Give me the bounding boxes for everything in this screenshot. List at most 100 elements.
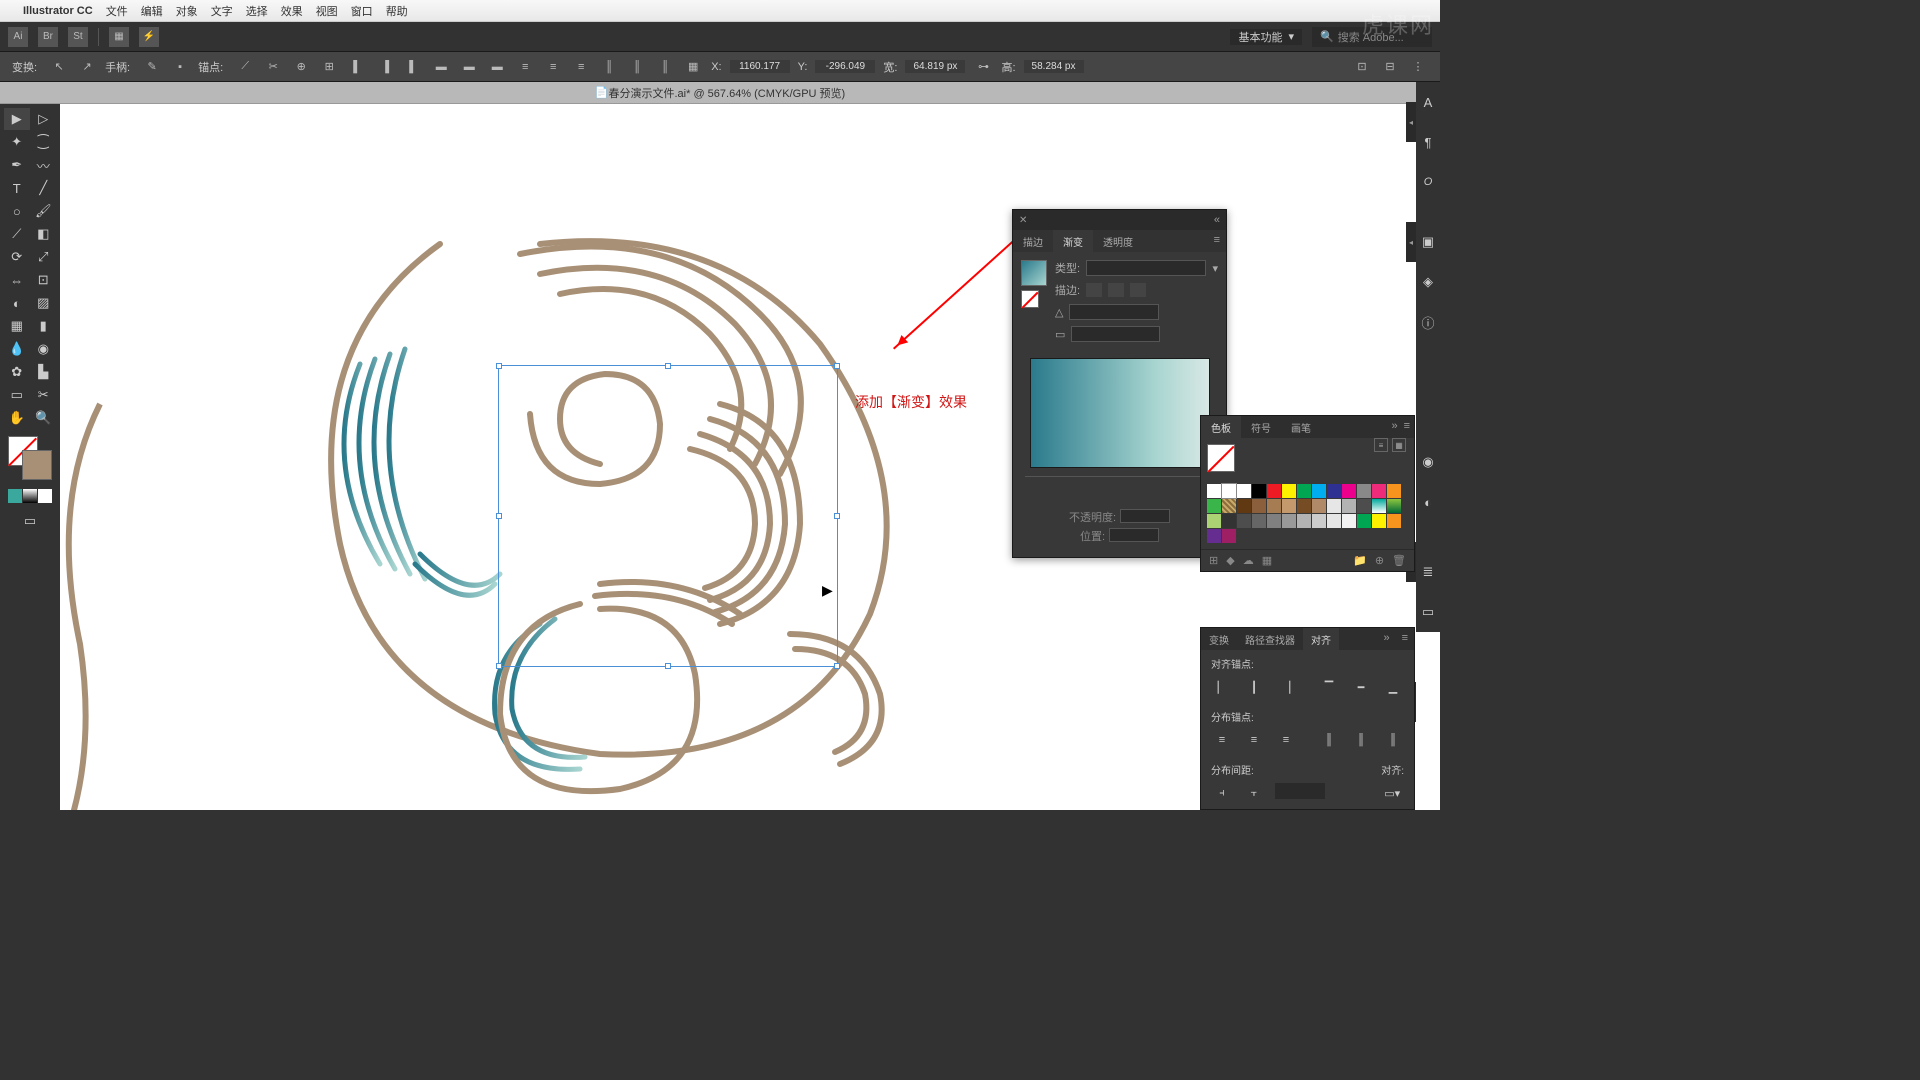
tab-swatches[interactable]: 色板 — [1201, 416, 1241, 438]
actions-panel-icon[interactable]: ▣ — [1418, 232, 1438, 252]
swatch-item[interactable] — [1222, 529, 1236, 543]
close-icon[interactable]: ✕ — [1019, 215, 1027, 226]
shapebuilder-tool[interactable]: ◐ — [4, 292, 30, 314]
panel-expand-icon[interactable]: » — [1391, 420, 1397, 434]
swatch-item[interactable] — [1282, 484, 1296, 498]
dist-vcenter-icon[interactable]: ≡ — [1243, 730, 1265, 750]
swatch-item[interactable] — [1267, 499, 1281, 513]
swatch-item[interactable] — [1252, 484, 1266, 498]
dist-hcenter-icon[interactable]: ║ — [1350, 730, 1372, 750]
more-icon[interactable]: ⋮ — [1408, 57, 1428, 77]
swatch-item[interactable] — [1342, 514, 1356, 528]
aspect-field[interactable] — [1071, 326, 1160, 342]
anchor-convert-icon[interactable]: ⟋ — [235, 57, 255, 77]
dist-space-h-icon[interactable]: ⫟ — [1243, 783, 1265, 803]
grid-icon[interactable]: ⊞ — [319, 57, 339, 77]
swatch-item[interactable] — [1342, 484, 1356, 498]
menu-edit[interactable]: 编辑 — [141, 3, 163, 19]
appearance-panel-icon[interactable]: ◉ — [1418, 452, 1438, 472]
align-right-icon[interactable]: ▕ — [1275, 677, 1297, 697]
panel-collapse-icon[interactable]: « — [1214, 214, 1220, 226]
links-panel-icon[interactable]: ◈ — [1418, 272, 1438, 292]
symbol-tool[interactable]: ✿ — [4, 361, 30, 383]
tab-pathfinder[interactable]: 路径查找器 — [1237, 628, 1303, 650]
layers-panel-icon[interactable]: ≣ — [1418, 562, 1438, 582]
swatch-item[interactable] — [1387, 514, 1401, 528]
al6-icon[interactable]: ▬ — [487, 57, 507, 77]
dist-bottom-icon[interactable]: ≡ — [1275, 730, 1297, 750]
flip-h-icon[interactable]: ↖ — [49, 57, 69, 77]
mesh-tool[interactable]: ▦ — [4, 315, 30, 337]
stroke-mode1-icon[interactable] — [1086, 283, 1102, 297]
menu-type[interactable]: 文字 — [211, 3, 233, 19]
color-mode-gradient[interactable] — [23, 489, 37, 503]
swatch-item[interactable] — [1312, 499, 1326, 513]
swatch-item[interactable] — [1252, 514, 1266, 528]
fill-stroke-control[interactable] — [8, 436, 52, 480]
grid-view-icon[interactable]: ▦ — [1392, 438, 1406, 452]
al1-icon[interactable]: ▌ — [347, 57, 367, 77]
brush-tool[interactable]: 🖌 — [31, 200, 57, 222]
swatch-item[interactable] — [1312, 514, 1326, 528]
swatch-none[interactable] — [1207, 484, 1221, 498]
panel-menu-icon[interactable]: ≡ — [1208, 230, 1226, 252]
shape-mode-icon[interactable]: ⊡ — [1352, 57, 1372, 77]
al8-icon[interactable]: ≡ — [543, 57, 563, 77]
al7-icon[interactable]: ≡ — [515, 57, 535, 77]
stroke-mode2-icon[interactable] — [1108, 283, 1124, 297]
menu-select[interactable]: 选择 — [246, 3, 268, 19]
pen-tool[interactable]: ✒ — [4, 154, 30, 176]
swatch-item[interactable] — [1327, 484, 1341, 498]
document-tab[interactable]: 📄 春分演示文件.ai* @ 567.64% (CMYK/GPU 预览) — [0, 82, 1440, 104]
swatch-item[interactable] — [1297, 499, 1311, 513]
ref-icon[interactable]: ▦ — [683, 57, 703, 77]
x-value[interactable]: 1160.177 — [730, 60, 790, 73]
swatch-item[interactable] — [1297, 514, 1311, 528]
color-mode-solid[interactable] — [8, 489, 22, 503]
app-name[interactable]: Illustrator CC — [23, 5, 93, 17]
al3-icon[interactable]: ▌ — [403, 57, 423, 77]
tab-align[interactable]: 对齐 — [1303, 628, 1339, 650]
swatch-item[interactable] — [1237, 484, 1251, 498]
gradient-preview[interactable] — [1030, 358, 1210, 468]
swatch-item[interactable] — [1237, 499, 1251, 513]
w-value[interactable]: 64.819 px — [905, 60, 965, 73]
d3-icon[interactable]: ║ — [655, 57, 675, 77]
tab-transparency[interactable]: 透明度 — [1093, 230, 1143, 252]
blend-tool[interactable]: ◉ — [31, 338, 57, 360]
zoom-tool[interactable]: 🔍 — [31, 407, 57, 429]
swatch-item[interactable] — [1342, 499, 1356, 513]
gradient-slider[interactable] — [1025, 476, 1214, 490]
workspace-switcher[interactable]: 基本功能▾ — [1230, 29, 1302, 45]
flip-v-icon[interactable]: ↗ — [77, 57, 97, 77]
gradient-swatch[interactable] — [1021, 260, 1047, 286]
tab-gradient[interactable]: 渐变 — [1053, 230, 1093, 252]
menu-window[interactable]: 窗口 — [351, 3, 373, 19]
width-tool[interactable]: ⇔ — [4, 269, 30, 291]
dock-collapse-2[interactable]: ◂ — [1406, 222, 1416, 262]
swatch-item[interactable] — [1267, 484, 1281, 498]
handle1-icon[interactable]: ✎ — [142, 57, 162, 77]
swatch-item[interactable] — [1357, 514, 1371, 528]
swatch-item[interactable] — [1207, 514, 1221, 528]
perspective-tool[interactable]: ▨ — [31, 292, 57, 314]
wand-tool[interactable]: ✦ — [4, 131, 30, 153]
swatch-item[interactable] — [1222, 514, 1236, 528]
tab-symbols[interactable]: 符号 — [1241, 416, 1281, 438]
align-top-icon[interactable]: ▔ — [1318, 677, 1340, 697]
align-vcenter-icon[interactable]: ━ — [1350, 677, 1372, 697]
char-panel-icon[interactable]: A — [1418, 92, 1438, 112]
swatch-kind-icon[interactable]: ◆ — [1226, 554, 1234, 567]
gpu-icon[interactable]: ⚡ — [139, 27, 159, 47]
new-swatch-icon[interactable]: ⊕ — [1375, 554, 1384, 567]
isolate-icon[interactable]: ⊕ — [291, 57, 311, 77]
stroke-swatch[interactable] — [22, 450, 52, 480]
link-icon[interactable]: ⊶ — [973, 57, 993, 77]
scale-tool[interactable]: ⤢ — [31, 246, 57, 268]
line-tool[interactable]: ╱ — [31, 177, 57, 199]
color-mode-none[interactable] — [38, 489, 52, 503]
swatch-item[interactable] — [1372, 484, 1386, 498]
list-view-icon[interactable]: ≡ — [1374, 438, 1388, 452]
delete-swatch-icon[interactable]: 🗑 — [1392, 554, 1406, 567]
panel-menu-icon[interactable]: ≡ — [1404, 420, 1410, 434]
